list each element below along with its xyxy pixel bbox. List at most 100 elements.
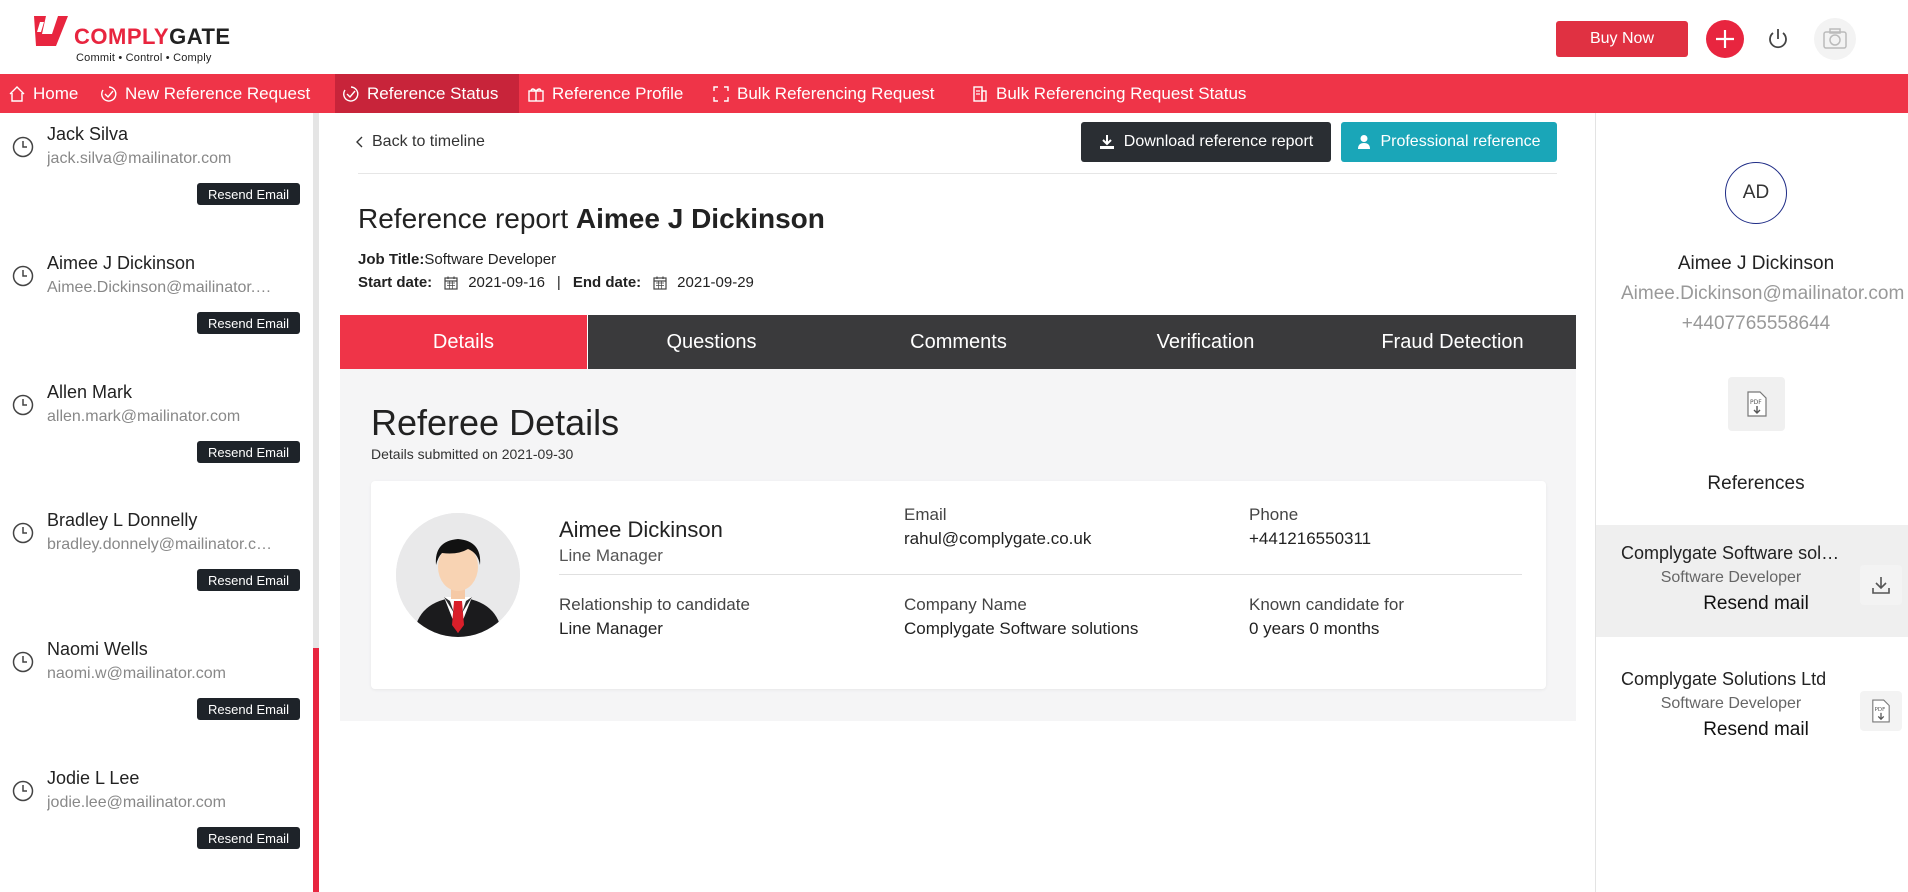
- start-date-label: Start date:: [358, 274, 433, 291]
- resend-email-button[interactable]: Resend Email: [197, 569, 300, 591]
- chevron-left-icon: [356, 136, 363, 148]
- tab-details[interactable]: Details: [340, 315, 588, 369]
- clock-icon: [12, 265, 34, 287]
- divider: [358, 173, 1557, 174]
- main-nav: Home New Reference Request Reference Sta…: [0, 74, 1908, 113]
- reference-pdf-button[interactable]: PDF: [1860, 691, 1902, 731]
- tab-questions[interactable]: Questions: [588, 315, 835, 369]
- tab-comments[interactable]: Comments: [835, 315, 1082, 369]
- businessman-avatar-icon: [396, 513, 520, 637]
- tab-verification[interactable]: Verification: [1082, 315, 1329, 369]
- candidate-item[interactable]: Aimee J Dickinson Aimee.Dickinson@mailin…: [0, 242, 310, 371]
- reference-item[interactable]: Complygate Software solutions Software D…: [1596, 525, 1908, 637]
- nav-reference-status[interactable]: Reference Status: [335, 74, 519, 113]
- brand-name-red: COMPLY: [74, 24, 170, 49]
- scrollbar-thumb[interactable]: [313, 648, 319, 892]
- relationship-label: Relationship to candidate: [559, 595, 750, 614]
- candidate-list[interactable]: Jack Silva jack.silva@mailinator.com Res…: [0, 113, 320, 892]
- download-icon: [1872, 577, 1890, 594]
- home-icon: [9, 85, 25, 102]
- candidate-email: jodie.lee@mailinator.com: [47, 794, 226, 811]
- user-icon: [1358, 135, 1371, 149]
- pdf-icon: PDF: [1872, 699, 1890, 723]
- profile-name: Aimee J Dickinson: [1677, 253, 1835, 274]
- nav-bulk-referencing-request-status[interactable]: Bulk Referencing Request Status: [971, 74, 1246, 113]
- buy-now-button[interactable]: Buy Now: [1556, 21, 1688, 57]
- brand-tagline: Commit • Control • Comply: [76, 52, 212, 64]
- referee-email: rahul@complygate.co.uk: [904, 529, 1092, 548]
- nav-reference-profile-label: Reference Profile: [552, 83, 684, 103]
- submitted-date: Details submitted on 2021-09-30: [371, 446, 574, 462]
- referee-card: Aimee Dickinson Line Manager Email rahul…: [371, 481, 1546, 689]
- candidate-item[interactable]: Allen Mark allen.mark@mailinator.com Res…: [0, 371, 310, 500]
- candidate-name: Jodie L Lee: [47, 768, 140, 788]
- tab-fraud-detection[interactable]: Fraud Detection: [1329, 315, 1576, 369]
- divider: [559, 574, 1522, 575]
- resend-email-button[interactable]: Resend Email: [197, 441, 300, 463]
- back-label: Back to timeline: [372, 133, 485, 150]
- back-to-timeline-link[interactable]: Back to timeline: [356, 133, 485, 151]
- candidate-name: Jack Silva: [47, 124, 129, 144]
- candidate-name: Naomi Wells: [47, 639, 148, 659]
- profile-pdf-button[interactable]: PDF: [1728, 377, 1785, 431]
- resend-email-button[interactable]: Resend Email: [197, 827, 300, 849]
- referee-phone: +441216550311: [1249, 529, 1372, 548]
- nav-reference-profile[interactable]: Reference Profile: [527, 74, 683, 113]
- profile-photo-button[interactable]: [1814, 18, 1856, 60]
- brand-name-dark: GATE: [169, 24, 231, 49]
- job-title-line: Job Title:Software Developer: [358, 251, 556, 268]
- reference-company: Complygate Solutions Ltd: [1621, 669, 1827, 689]
- clock-icon: [12, 136, 34, 158]
- download-report-label: Download reference report: [1123, 133, 1314, 150]
- reference-download-button[interactable]: [1860, 565, 1902, 605]
- professional-reference-button[interactable]: Professional reference: [1341, 122, 1557, 162]
- logout-button[interactable]: [1763, 24, 1793, 54]
- date-separator: |: [556, 274, 561, 291]
- clock-icon: [12, 522, 34, 544]
- reference-item[interactable]: Complygate Solutions Ltd Software Develo…: [1596, 651, 1908, 763]
- job-title-value: Software Developer: [424, 251, 557, 268]
- professional-reference-label: Professional reference: [1380, 133, 1541, 150]
- candidate-item[interactable]: Jack Silva jack.silva@mailinator.com Res…: [0, 113, 310, 242]
- resend-email-button[interactable]: Resend Email: [197, 698, 300, 720]
- title-prefix: Reference report: [358, 203, 569, 234]
- add-button[interactable]: [1706, 20, 1744, 58]
- request-icon: [101, 85, 117, 102]
- svg-text:PDF: PDF: [1875, 707, 1886, 713]
- nav-bulk-referencing-request-label: Bulk Referencing Request: [737, 83, 935, 103]
- reference-company: Complygate Software solutions: [1621, 543, 1841, 563]
- pdf-icon: PDF: [1746, 391, 1767, 417]
- candidate-email: Aimee.Dickinson@mailinator.com: [47, 279, 277, 296]
- avatar: AD: [1725, 162, 1787, 224]
- nav-new-reference-request[interactable]: New Reference Request: [100, 74, 310, 113]
- candidate-item[interactable]: Naomi Wells naomi.w@mailinator.com Resen…: [0, 628, 310, 757]
- candidate-profile-panel: AD Aimee J Dickinson Aimee.Dickinson@mai…: [1595, 113, 1908, 892]
- profile-email: Aimee.Dickinson@mailinator.com: [1621, 283, 1905, 304]
- complygate-logo[interactable]: COMPLYGATE Commit • Control • Comply: [32, 12, 242, 68]
- resend-email-button[interactable]: Resend Email: [197, 312, 300, 334]
- candidate-item[interactable]: Jodie L Lee jodie.lee@mailinator.com Res…: [0, 757, 310, 886]
- candidate-email: allen.mark@mailinator.com: [47, 408, 241, 425]
- nav-bulk-referencing-request-status-label: Bulk Referencing Request Status: [996, 83, 1247, 103]
- nav-reference-status-label: Reference Status: [367, 83, 499, 103]
- candidate-email: naomi.w@mailinator.com: [47, 665, 226, 682]
- nav-bulk-referencing-request[interactable]: Bulk Referencing Request: [712, 74, 935, 113]
- email-label: Email: [904, 505, 947, 524]
- end-date-label: End date:: [572, 274, 642, 291]
- known-for-value: 0 years 0 months: [1249, 619, 1380, 638]
- candidate-item[interactable]: Bradley L Donnelly bradley.donnely@maili…: [0, 499, 310, 628]
- references-title: References: [1707, 473, 1805, 494]
- referee-details-heading: Referee Details: [371, 402, 620, 443]
- relationship-value: Line Manager: [559, 619, 663, 638]
- company-value: Complygate Software solutions: [904, 619, 1139, 638]
- power-icon: [1769, 29, 1787, 49]
- referee-name: Aimee Dickinson: [559, 517, 723, 542]
- nav-home[interactable]: Home: [8, 74, 78, 113]
- job-title-label: Job Title:: [358, 251, 425, 268]
- clock-icon: [12, 394, 34, 416]
- start-date-value: 2021-09-16: [468, 274, 545, 291]
- nav-new-reference-request-label: New Reference Request: [125, 83, 311, 103]
- calendar-icon: [444, 276, 458, 290]
- download-report-button[interactable]: Download reference report: [1081, 122, 1331, 162]
- resend-email-button[interactable]: Resend Email: [197, 183, 300, 205]
